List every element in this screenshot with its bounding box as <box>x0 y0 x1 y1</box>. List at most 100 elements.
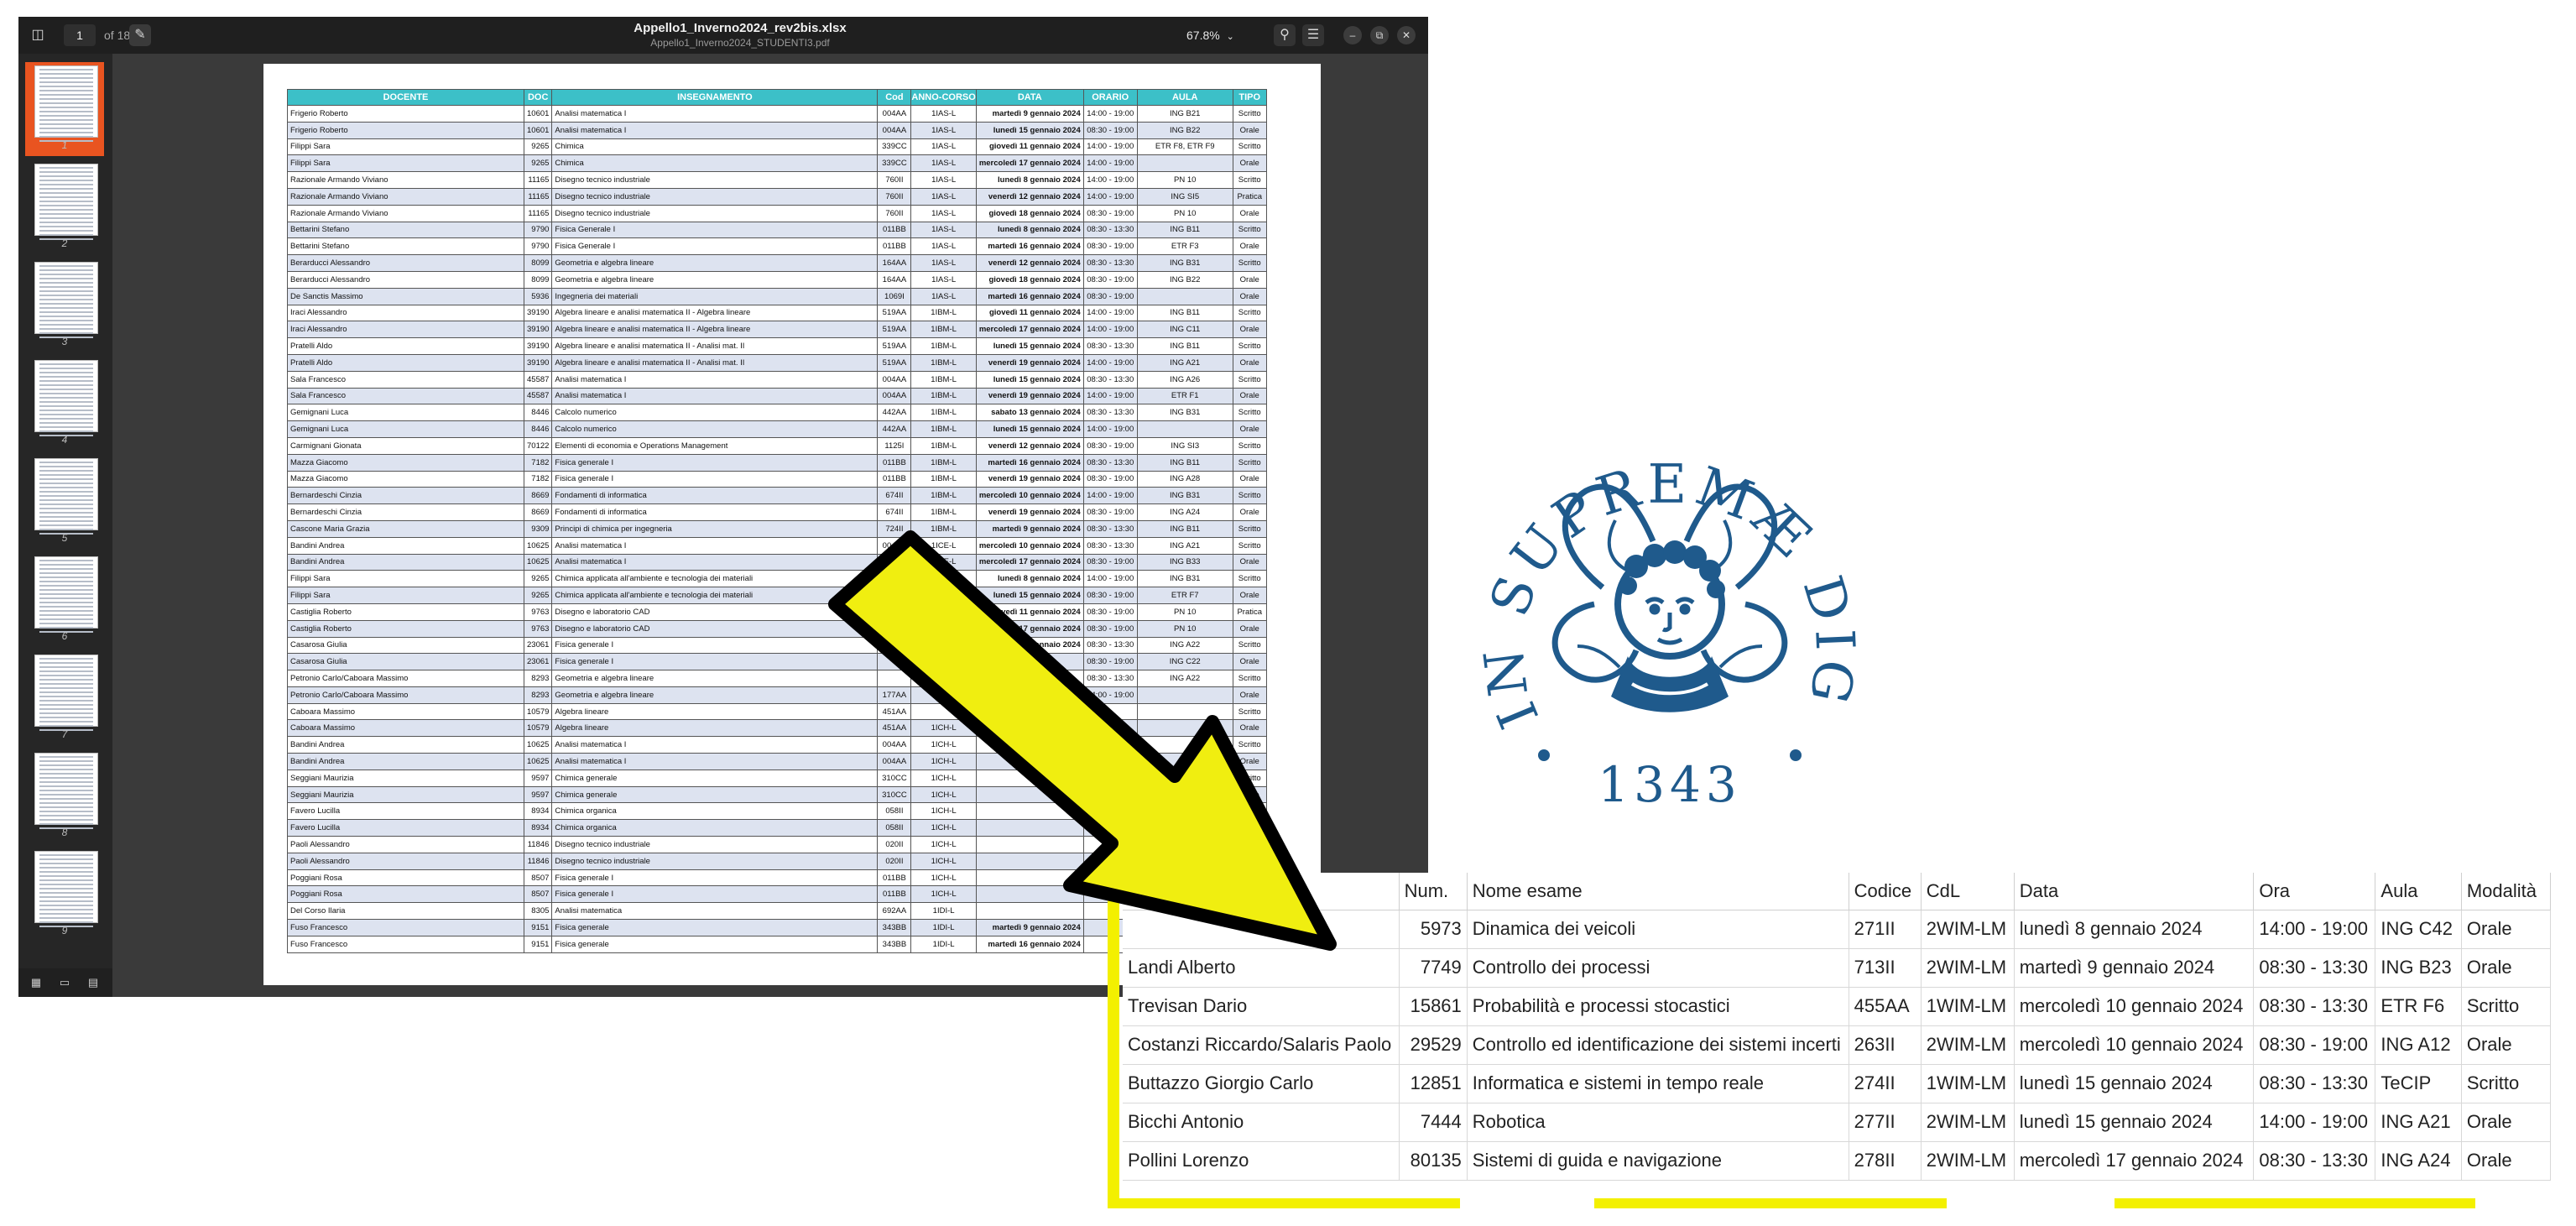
table-cell: Fisica generale I <box>551 453 879 472</box>
table-cell: Robotica <box>1467 1103 1849 1142</box>
page-thumbnail[interactable]: 1 <box>25 62 104 156</box>
table-cell <box>1136 769 1233 787</box>
column-header: Nome esame <box>1467 873 1849 910</box>
table-cell: Orale <box>1232 387 1267 405</box>
table-cell <box>1082 785 1138 804</box>
table-cell: 1ICH-L <box>910 885 977 904</box>
table-cell: 08:30 - 13:30 <box>2253 948 2376 988</box>
table-cell: 519AA <box>877 321 912 339</box>
table-cell: 1IBM-L <box>910 503 977 521</box>
table-cell: Bernardeschi Cinzia <box>287 487 524 505</box>
table-cell: 08:30 - 19:00 <box>1082 204 1138 222</box>
table-cell: Berarducci Alessandro <box>287 270 524 289</box>
grid-view-icon[interactable]: ▦ <box>27 973 45 992</box>
column-header: Cod <box>877 89 912 106</box>
table-cell: 004AA <box>877 105 912 123</box>
page-thumbnail[interactable]: 6 <box>25 553 104 647</box>
table-cell: 004AA <box>877 736 912 754</box>
outline-icon[interactable]: ▭ <box>55 973 74 992</box>
table-cell <box>975 736 1084 754</box>
table-cell: ING C22 <box>1136 653 1233 671</box>
annotate-pen-icon[interactable]: ✎ <box>129 24 151 46</box>
table-cell <box>975 653 1084 671</box>
table-cell <box>1136 702 1233 721</box>
search-icon[interactable]: ⚲ <box>1274 24 1296 46</box>
menu-icon[interactable]: ☰ <box>1302 24 1324 46</box>
sidebar-toggle-icon[interactable]: ◫ <box>27 24 49 46</box>
page-number-input[interactable]: 1 <box>64 24 96 46</box>
table-cell: Fisica Generale I <box>551 221 879 239</box>
page-count: of 18 <box>104 29 131 42</box>
page-thumbnail[interactable]: 8 <box>25 749 104 843</box>
table-cell: Orale <box>1232 420 1267 438</box>
table-cell: ING B11 <box>1136 221 1233 239</box>
table-cell: 08:30 - 19:00 <box>1082 603 1138 621</box>
table-cell: Analisi matematica I <box>551 121 879 139</box>
page-thumbnail[interactable]: 4 <box>25 357 104 451</box>
table-cell: 760II <box>877 204 912 222</box>
table-cell: 1IBM-L <box>910 404 977 422</box>
table-row: Castiglia Roberto 9763 Disegno e laborator… <box>287 603 1267 621</box>
table-cell <box>910 686 977 704</box>
table-cell: Elementi di economia e Operations Manage… <box>551 436 879 455</box>
table-cell: 1IAS-L <box>910 105 977 123</box>
table-cell: Chimica <box>551 154 879 173</box>
table-cell: Castiglia Roberto <box>287 619 524 638</box>
document-area[interactable]: DOCENTE DOC INSEGNAMENTO Cod ANNO-CORSO DATA O… <box>112 54 1428 997</box>
table-row: Sala Francesco 45587 Analisi matematica I0… <box>287 370 1267 389</box>
table-cell: ETR F1 <box>1136 387 1233 405</box>
table-cell: 14:00 - 19:00 <box>1082 154 1138 173</box>
table-cell <box>1136 819 1233 837</box>
table-row: Seggiani Maurizia 9597 Chimica generale 310… <box>287 785 1267 804</box>
table-cell: Bandini Andrea <box>287 553 524 571</box>
table-cell: Scritto <box>1232 519 1267 538</box>
page-thumbnail[interactable]: 9 <box>25 848 104 942</box>
table-cell: Filippi Sara <box>287 154 524 173</box>
page-thumbnail[interactable]: 5 <box>25 455 104 549</box>
table-row: Casarosa Giulia 23061 Fisica generale I ven… <box>287 636 1267 655</box>
table-cell: 14:00 - 19:00 <box>1082 387 1138 405</box>
maximize-icon[interactable]: ⧉ <box>1370 26 1389 44</box>
table-cell: 08:30 - 13:30 <box>1082 254 1138 272</box>
table-cell: martedì 9 gennaio 2024 <box>2014 948 2255 988</box>
table-cell: martedì 16 gennaio 2024 <box>975 935 1084 953</box>
table-cell: 011BB <box>877 453 912 472</box>
table-cell: Chimica organica <box>551 802 879 821</box>
table-cell: Razionale Armando Viviano <box>287 187 524 206</box>
bookmark-icon[interactable]: ▤ <box>84 973 102 992</box>
table-cell: Poggiani Rosa <box>287 869 524 887</box>
table-cell: 14:00 - 19:00 <box>1082 105 1138 123</box>
table-cell: 519AA <box>877 353 912 372</box>
table-cell: Pratica <box>1232 187 1267 206</box>
column-header: Ora <box>2253 873 2376 910</box>
table-cell: 08:30 - 13:30 <box>2253 1141 2376 1181</box>
page-thumbnail[interactable]: 7 <box>25 651 104 745</box>
page-thumbnail[interactable]: 3 <box>25 258 104 352</box>
table-cell: 08:30 - 13:30 <box>1082 404 1138 422</box>
table-cell: ING SI5 <box>1136 187 1233 206</box>
table-cell: 14:00 - 19:00 <box>1082 487 1138 505</box>
thumbnail-preview <box>34 556 98 633</box>
table-cell: 08:30 - 19:00 <box>1082 587 1138 604</box>
table-cell: 14:00 - 19:00 <box>1082 187 1138 206</box>
table-cell: 9309 <box>523 519 553 538</box>
table-cell: 9597 <box>523 785 553 804</box>
table-cell: ING B11 <box>1136 519 1233 538</box>
table-cell: martedì 9 gennaio 2024 <box>975 919 1084 936</box>
table-cell: ING B11 <box>1136 337 1233 355</box>
table-cell: 011BB <box>877 237 912 256</box>
close-icon[interactable]: ✕ <box>1397 26 1416 44</box>
table-cell <box>1136 420 1233 438</box>
table-cell: 692AA <box>877 902 912 921</box>
page-thumbnail[interactable]: 2 <box>25 160 104 254</box>
table-cell: 7444 <box>1399 1103 1468 1142</box>
thumbnail-page-number: 7 <box>61 728 68 740</box>
table-row: Gemignani Luca 8446 Calcolo numerico 442AA 1… <box>287 404 1267 422</box>
table-cell: Ingegneria dei materiali <box>551 287 879 305</box>
zoom-level-dropdown[interactable]: 67.8% ⌄ <box>1186 24 1234 48</box>
table-cell: Chimica generale <box>551 769 879 787</box>
table-cell <box>1136 736 1233 754</box>
table-cell: 14:00 - 19:00 <box>1082 570 1138 588</box>
minimize-icon[interactable]: – <box>1343 26 1362 44</box>
table-cell: martedì 16 gennaio 2024 <box>975 237 1084 256</box>
